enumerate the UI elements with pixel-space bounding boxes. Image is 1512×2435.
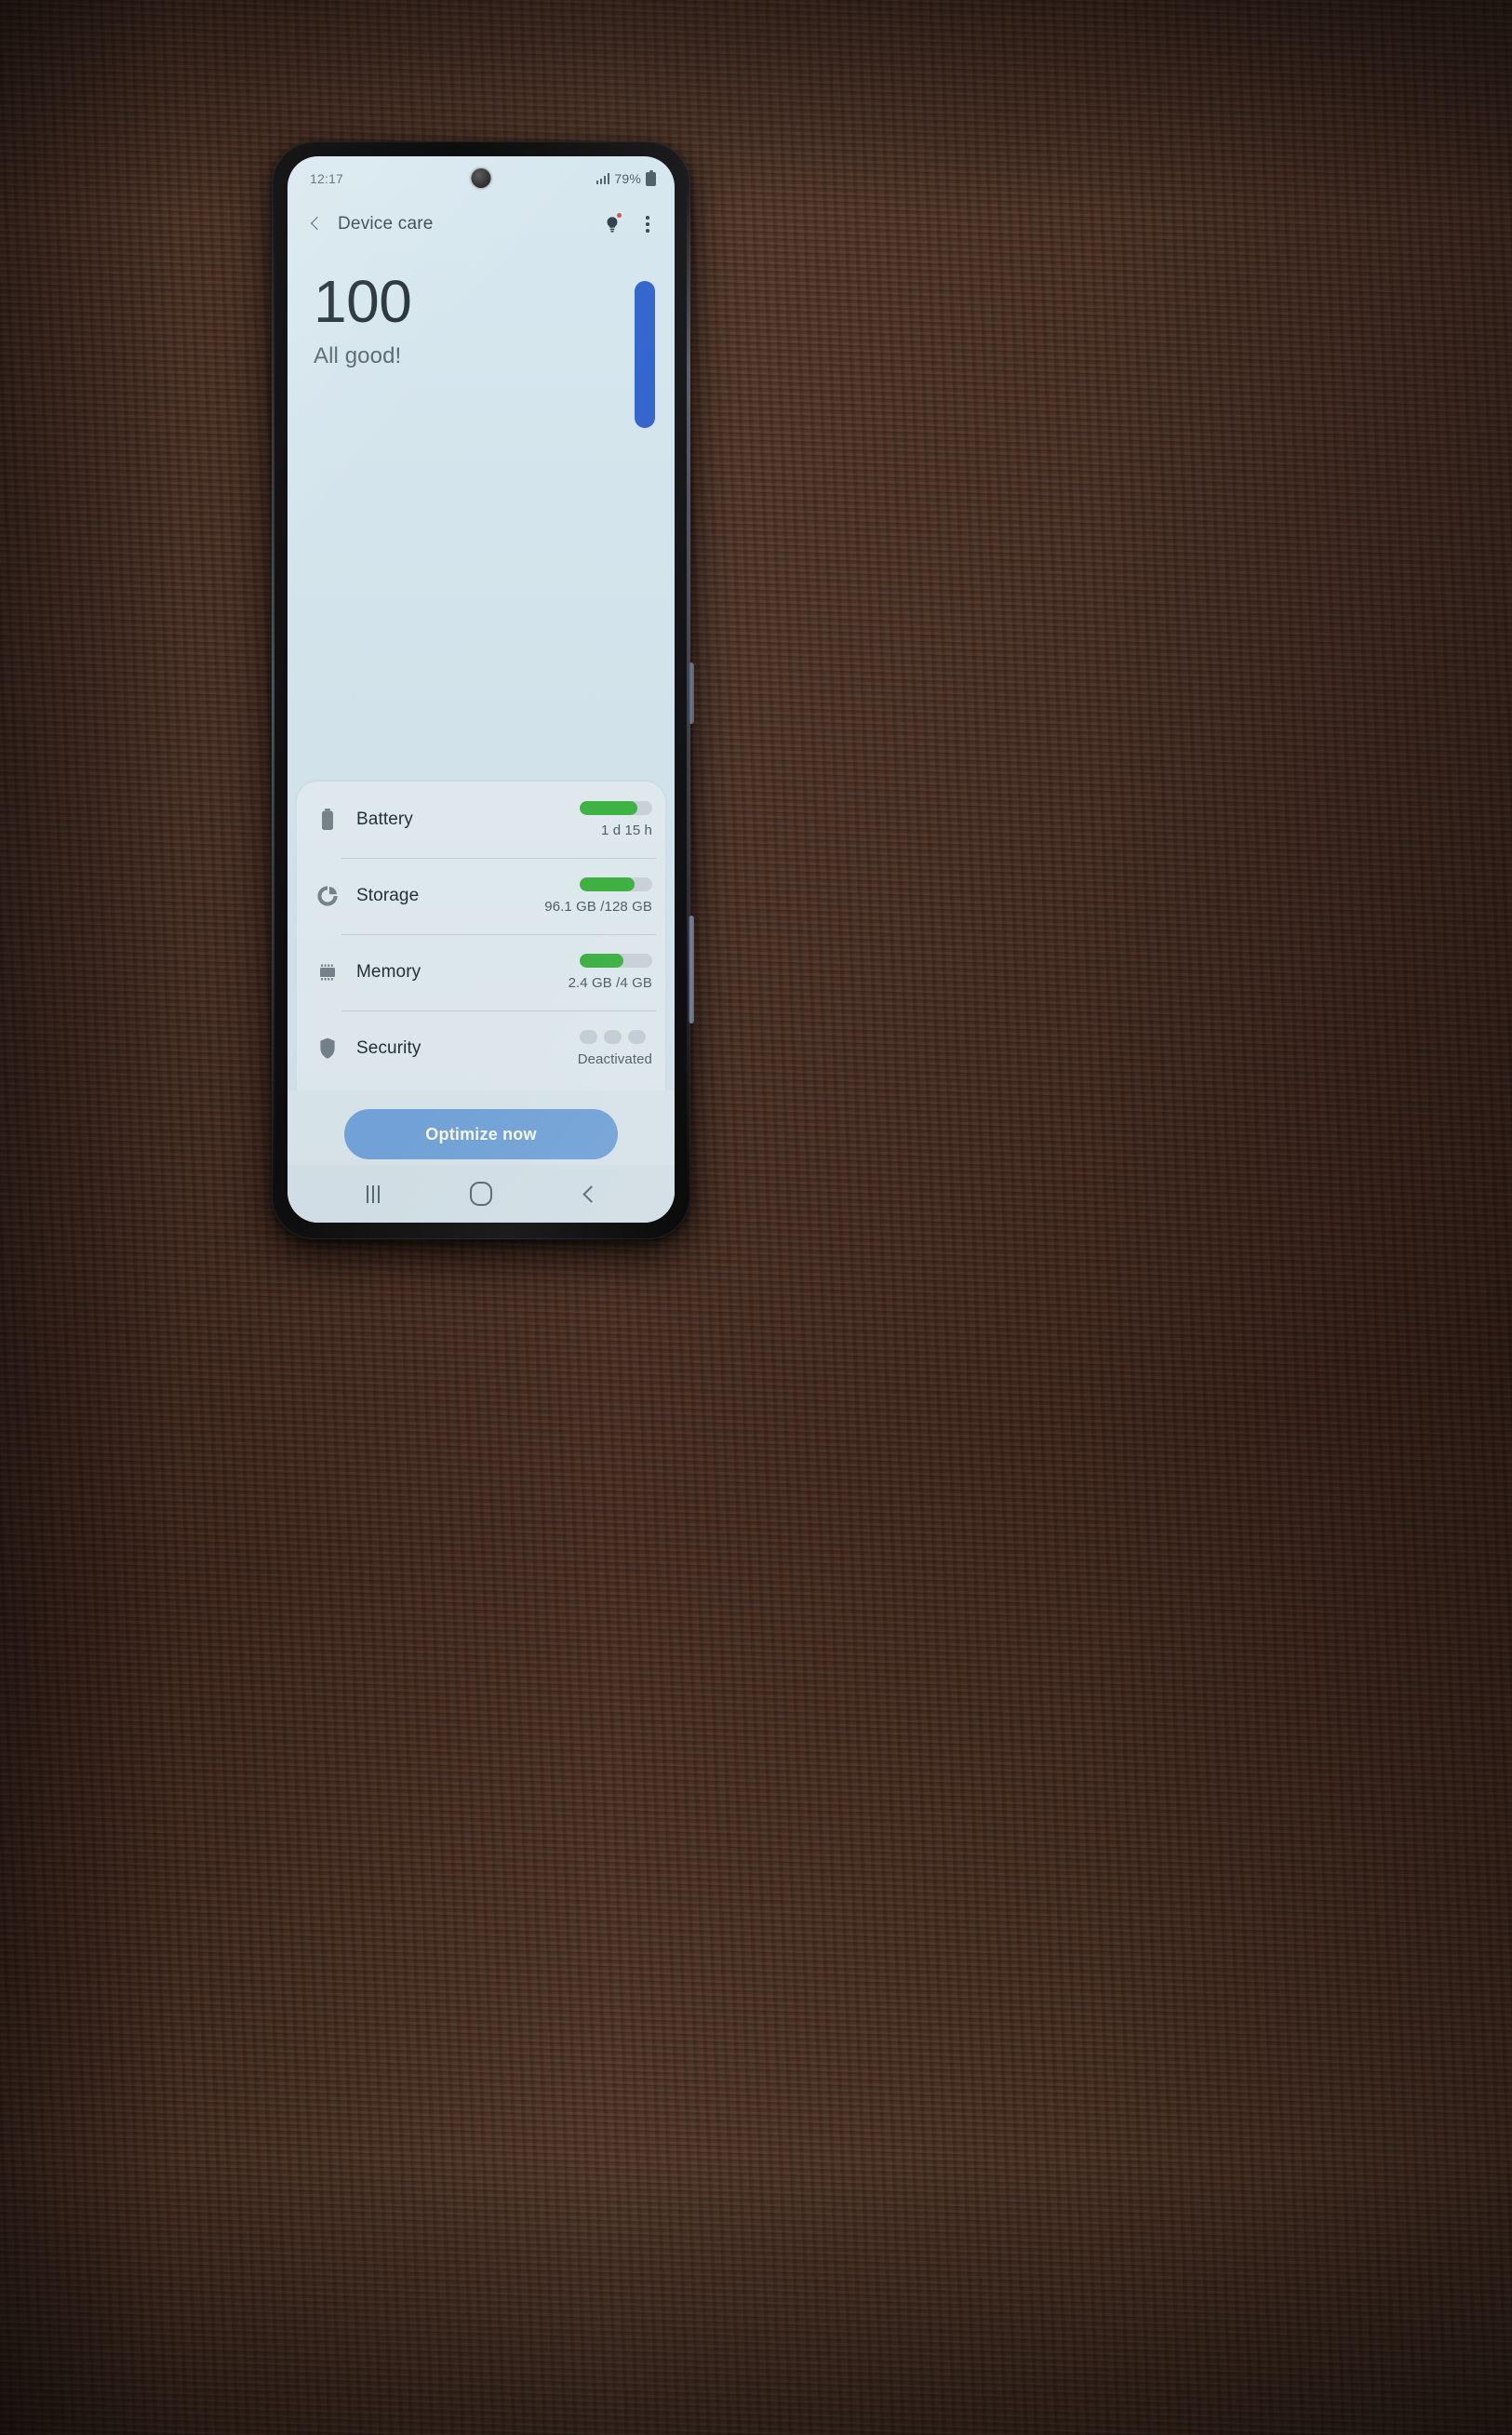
- page-title: Device care: [338, 214, 434, 234]
- volume-button[interactable]: [689, 662, 694, 724]
- status-bar-indicators: 79%: [595, 171, 656, 186]
- back-chevron-icon[interactable]: [306, 215, 325, 234]
- battery-icon: [646, 171, 656, 186]
- score-status-text: All good!: [314, 342, 402, 368]
- progress-bar-fill: [580, 954, 623, 968]
- table-row[interactable]: Storage 96.1 GB /128 GB: [297, 858, 665, 934]
- table-row[interactable]: Memory 2.4 GB /4 GB: [297, 934, 665, 1010]
- status-bar-clock: 12:17: [310, 171, 344, 186]
- page-scrollbar[interactable]: [635, 281, 655, 653]
- device-care-score-section: 100 All good!: [288, 248, 675, 782]
- screenshot-root: 12:17 79% Device care 100 All good! Batt…: [0, 0, 1512, 2435]
- home-icon[interactable]: [456, 1173, 506, 1214]
- progress-bar: [580, 801, 652, 815]
- battery-percent-label: 79%: [614, 171, 641, 186]
- card-footer: Optimize now: [288, 1090, 675, 1165]
- row-label: Battery: [356, 809, 413, 829]
- phone-device: 12:17 79% Device care 100 All good! Batt…: [272, 141, 694, 1239]
- memory-chip-icon: [314, 960, 341, 984]
- recents-icon[interactable]: [348, 1173, 398, 1214]
- security-status-dots: [580, 1030, 652, 1044]
- row-status: 96.1 GB /128 GB: [513, 877, 652, 915]
- row-value: 96.1 GB /128 GB: [544, 899, 652, 915]
- notification-badge-dot: [617, 213, 622, 218]
- scrollbar-thumb[interactable]: [635, 281, 655, 428]
- row-label: Storage: [356, 886, 420, 905]
- score-value: 100: [314, 268, 412, 335]
- row-value: 2.4 GB /4 GB: [568, 975, 652, 991]
- front-camera-punch-hole: [471, 168, 491, 188]
- battery-icon: [314, 808, 341, 832]
- more-vertical-icon[interactable]: [637, 212, 658, 236]
- row-value: 1 d 15 h: [600, 823, 652, 838]
- phone-screen: 12:17 79% Device care 100 All good! Batt…: [288, 156, 675, 1223]
- storage-pie-icon: [314, 884, 341, 908]
- row-label: Memory: [356, 962, 421, 982]
- row-status: 2.4 GB /4 GB: [513, 954, 652, 991]
- table-row[interactable]: Security Deactivated: [297, 1010, 665, 1087]
- table-row[interactable]: Battery 1 d 15 h: [297, 782, 665, 858]
- signal-bars-icon: [595, 173, 610, 184]
- row-value: Deactivated: [577, 1051, 652, 1067]
- optimize-now-button[interactable]: Optimize now: [344, 1109, 618, 1159]
- progress-bar-fill: [580, 877, 636, 891]
- shield-icon: [314, 1037, 341, 1061]
- status-bar: 12:17 79%: [288, 156, 675, 201]
- device-status-card: Battery 1 d 15 h Storage 96.1 GB /128 GB…: [297, 782, 665, 1090]
- progress-bar: [580, 877, 652, 891]
- phone-left-edge-highlight: [272, 184, 274, 1197]
- app-bar: Device care: [288, 201, 675, 248]
- lightbulb-icon[interactable]: [600, 212, 624, 236]
- back-icon[interactable]: [564, 1173, 614, 1214]
- progress-bar-fill: [580, 801, 638, 815]
- system-navigation-bar: [288, 1165, 675, 1223]
- row-status: Deactivated: [513, 1030, 652, 1067]
- power-button[interactable]: [689, 916, 694, 1024]
- wooden-table-background: [0, 0, 1512, 2435]
- progress-bar: [580, 954, 652, 968]
- row-status: 1 d 15 h: [513, 801, 652, 838]
- row-label: Security: [356, 1038, 421, 1058]
